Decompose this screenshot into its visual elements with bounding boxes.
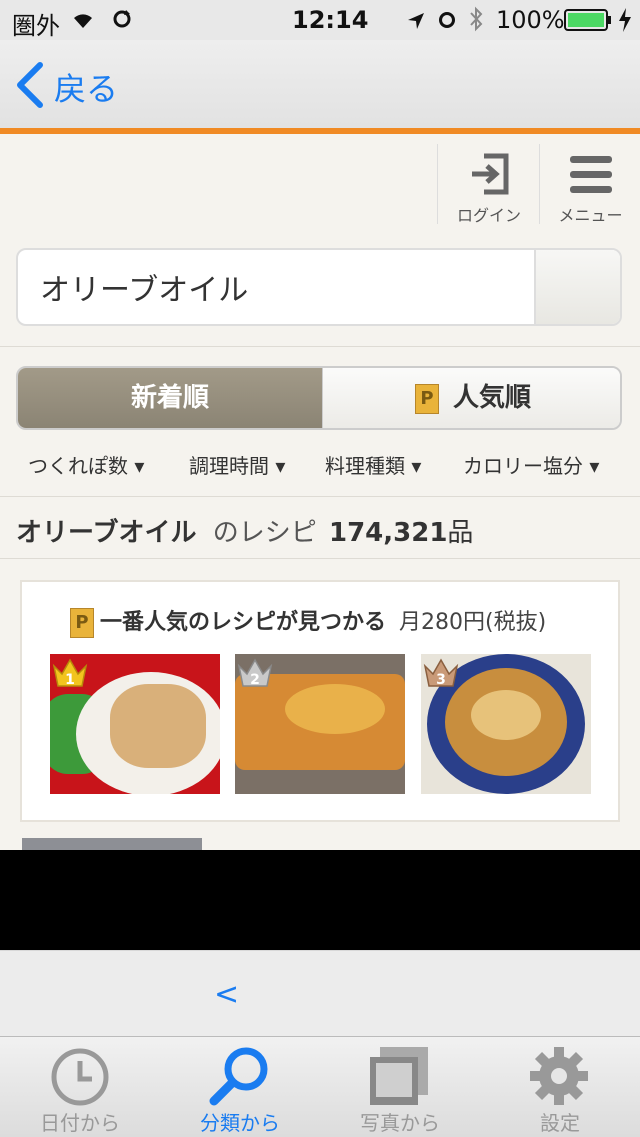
- tab-settings[interactable]: 設定: [480, 1037, 640, 1137]
- location-icon: [406, 9, 426, 37]
- back-label: 戻る: [54, 70, 119, 108]
- cake-highlight: [285, 684, 385, 734]
- divider: [0, 496, 640, 497]
- sort-new-tab[interactable]: 新着順: [18, 368, 322, 428]
- sort-new-label: 新着順: [130, 383, 209, 413]
- filter-dish-type[interactable]: 料理種類 ▾: [325, 450, 421, 479]
- battery-icon: [564, 9, 612, 37]
- tab-photos[interactable]: 写真から: [320, 1037, 480, 1137]
- chevron-left-icon: [14, 62, 44, 112]
- tab-category[interactable]: 分類から: [160, 1037, 320, 1137]
- login-icon: [470, 152, 510, 200]
- premium-price: 月280円(税抜): [399, 610, 547, 635]
- tab-date[interactable]: 日付から: [0, 1037, 160, 1137]
- rank-2-label: 2: [250, 672, 260, 688]
- browser-back-button[interactable]: <: [214, 977, 239, 1012]
- premium-headline: 一番人気のレシピが見つかる: [100, 610, 387, 635]
- menu-button[interactable]: メニュー: [539, 144, 640, 225]
- battery-percent: 100%: [496, 6, 565, 34]
- top-recipe-image-1[interactable]: 1: [50, 654, 220, 794]
- divider: [0, 346, 640, 347]
- browser-toolbar: <: [0, 950, 640, 1037]
- result-count: 174,321: [329, 518, 448, 548]
- clock-time: 12:14: [292, 6, 369, 34]
- chashu-shape: [110, 684, 206, 768]
- login-button[interactable]: ログイン: [437, 144, 540, 225]
- filter-cook-time[interactable]: 調理時間 ▾: [189, 450, 285, 479]
- filter-tsukurepo[interactable]: つくれぽ数 ▾: [28, 450, 144, 479]
- premium-icon: P: [414, 383, 439, 414]
- tab-bar: 日付から 分類から 写真から 設定: [0, 1036, 640, 1137]
- divider: [0, 558, 640, 559]
- carrier-label: 圏外: [12, 12, 60, 40]
- navigation-bar: 戻る: [0, 40, 640, 128]
- menu-label: メニュー: [558, 206, 623, 225]
- tab-date-label: 日付から: [40, 1111, 120, 1135]
- premium-promo-card[interactable]: P 一番人気のレシピが見つかる 月280円(税抜) 1 2 3: [20, 580, 620, 822]
- search-input[interactable]: [18, 250, 540, 324]
- status-bar: 圏外 12:14 100%: [0, 0, 640, 40]
- sort-segmented-control: 新着順 P 人気順: [16, 366, 622, 430]
- rank-1-label: 1: [65, 672, 75, 688]
- top-recipe-image-3[interactable]: 3: [421, 654, 591, 794]
- result-keyword: オリーブオイル: [16, 518, 197, 548]
- bluetooth-icon: [468, 6, 484, 38]
- sync-icon: [110, 8, 134, 36]
- donburi-highlight: [471, 690, 541, 740]
- tab-category-label: 分類から: [200, 1111, 280, 1135]
- top-recipe-image-2[interactable]: 2: [235, 654, 405, 794]
- brand-accent-line: [0, 128, 640, 134]
- crown-bronze-icon: 3: [423, 658, 459, 688]
- result-middle: のレシピ: [212, 518, 317, 548]
- filter-calorie-salt[interactable]: カロリー塩分 ▾: [463, 450, 599, 479]
- result-unit: 品: [447, 518, 474, 548]
- tab-settings-label: 設定: [540, 1111, 580, 1135]
- sort-popular-tab[interactable]: P 人気順: [322, 368, 620, 428]
- alarm-icon: [436, 8, 458, 36]
- sort-popular-label: 人気順: [452, 383, 531, 413]
- crown-silver-icon: 2: [237, 658, 273, 688]
- rank-3-label: 3: [436, 672, 446, 688]
- search-icon: [209, 1047, 268, 1106]
- charging-icon: [618, 8, 632, 38]
- crown-gold-icon: 1: [52, 658, 88, 688]
- next-recipe-thumbnail[interactable]: [22, 838, 202, 850]
- menu-icon: [570, 156, 612, 198]
- search-box: [16, 248, 622, 326]
- photos-icon: [370, 1047, 428, 1105]
- premium-icon: P: [70, 608, 94, 638]
- wifi-icon: [70, 8, 96, 36]
- clock-icon: [51, 1048, 109, 1106]
- login-label: ログイン: [456, 206, 521, 225]
- tab-photos-label: 写真から: [360, 1111, 440, 1135]
- gear-icon: [530, 1047, 588, 1105]
- black-overlay: [0, 850, 640, 950]
- search-submit-button[interactable]: [534, 250, 620, 324]
- premium-headline-row: P 一番人気のレシピが見つかる 月280円(税抜): [70, 604, 546, 638]
- result-heading: オリーブオイル のレシピ 174,321品: [16, 512, 473, 549]
